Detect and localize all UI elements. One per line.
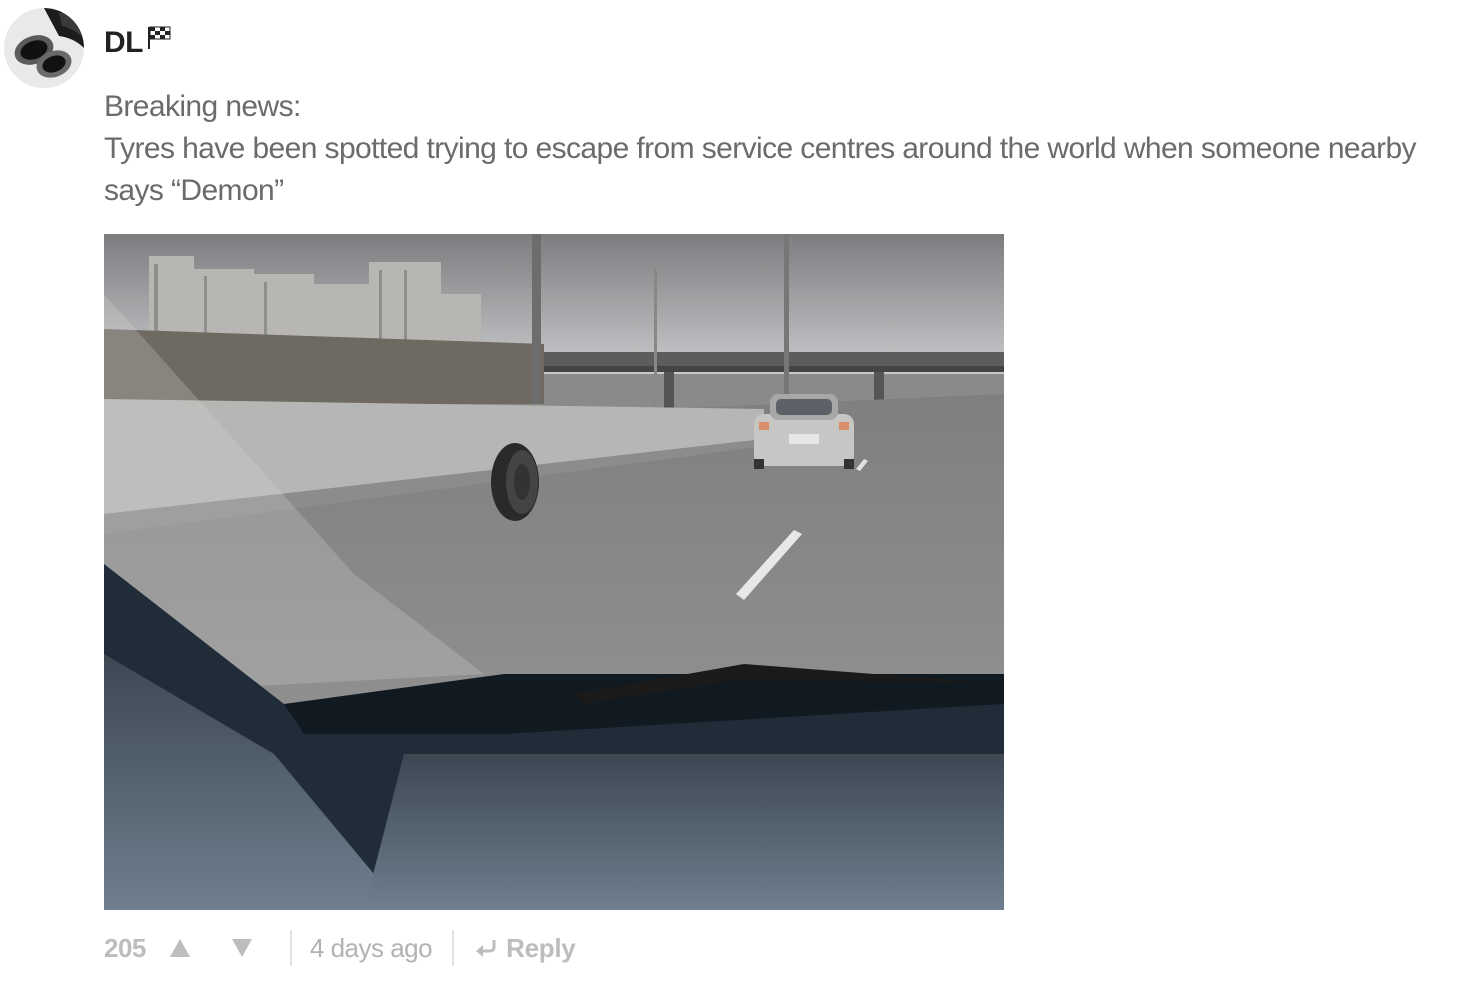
reply-label: Reply — [506, 932, 576, 963]
comment: DL Breaking news: Tyres have been spotte… — [0, 0, 1482, 984]
upvote-button[interactable] — [164, 932, 196, 964]
vote-score: 205 — [104, 932, 146, 963]
downvote-triangle-icon — [231, 939, 252, 957]
comment-body-line: Tyres have been spotted trying to escape… — [104, 132, 1417, 207]
highway-tyre-photo — [104, 234, 1004, 910]
reply-arrow-icon — [474, 937, 498, 959]
author-label: DL — [104, 26, 144, 59]
comment-timestamp[interactable]: 4 days ago — [310, 933, 433, 964]
rolling-tyre — [491, 443, 539, 521]
reply-button[interactable]: Reply — [474, 932, 576, 964]
user-avatar[interactable] — [4, 8, 84, 88]
comment-image[interactable] — [104, 234, 1004, 910]
checkered-flag-icon — [145, 24, 175, 58]
downvote-button[interactable] — [226, 932, 258, 964]
footer-divider — [289, 930, 292, 966]
author-name[interactable]: DL — [104, 26, 175, 60]
footer-divider — [452, 930, 455, 966]
exhaust-pipes-icon — [4, 8, 84, 88]
comment-footer: 205 4 days ago Reply — [104, 928, 576, 968]
upvote-triangle-icon — [169, 939, 190, 957]
comment-body-line: Breaking news: — [104, 90, 301, 123]
comment-body: Breaking news: Tyres have been spotted t… — [104, 86, 1464, 212]
